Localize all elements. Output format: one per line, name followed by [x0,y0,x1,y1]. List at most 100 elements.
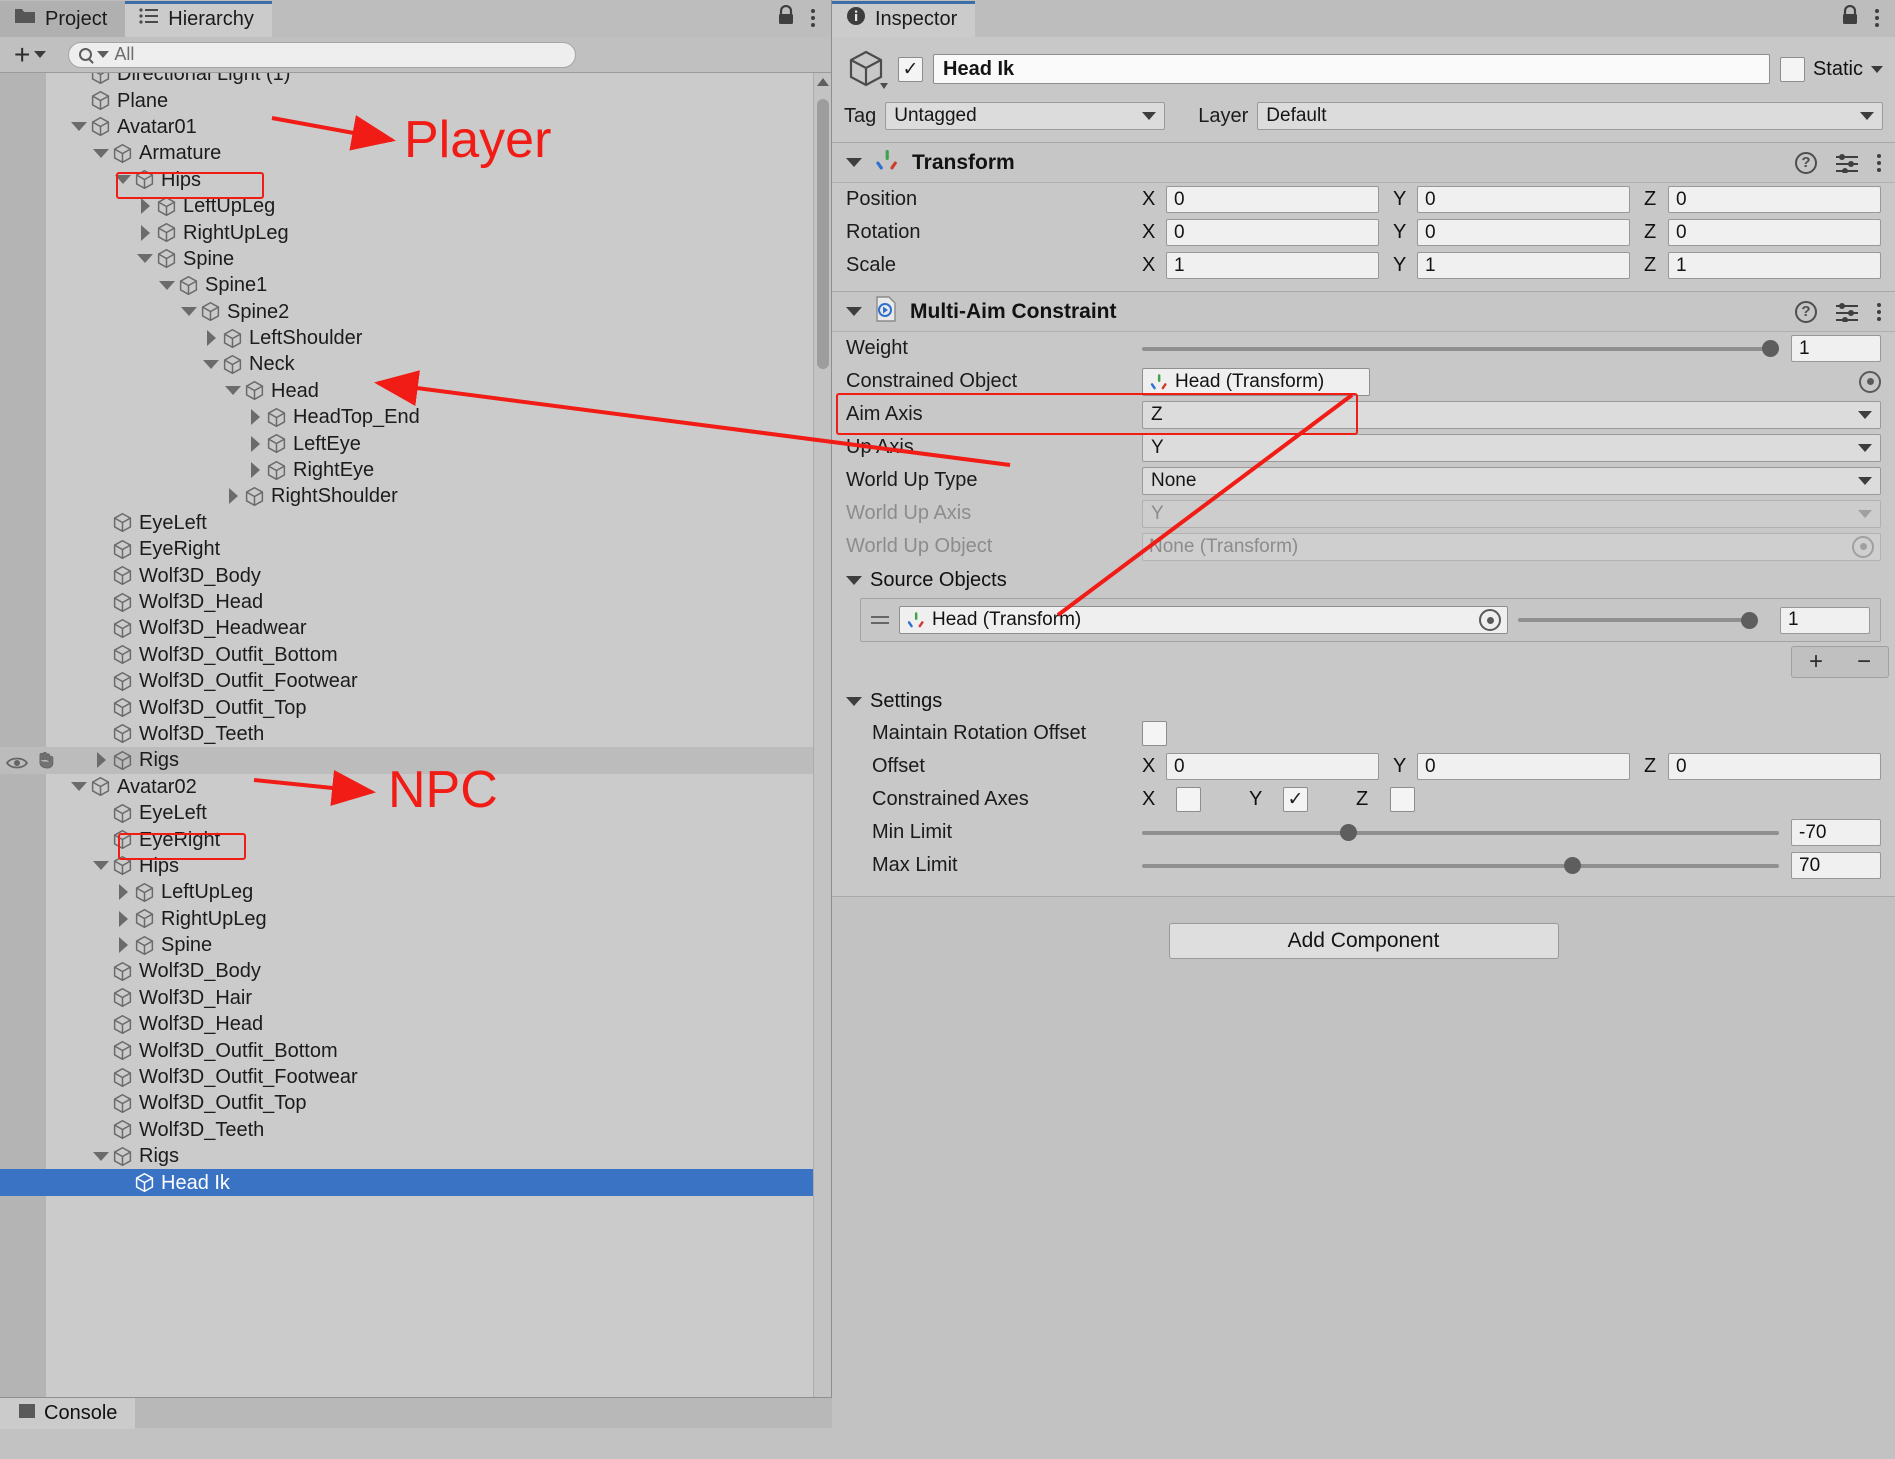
hierarchy-row[interactable]: Armature [0,140,813,166]
scroll-up-arrow[interactable] [814,73,831,91]
layer-dropdown[interactable]: Default [1257,102,1883,130]
world-up-type-dropdown[interactable]: None [1142,466,1881,495]
expand-triangle-down-icon[interactable] [68,122,90,132]
expand-triangle-right-icon[interactable] [90,752,112,769]
expand-triangle-right-icon[interactable] [244,435,266,452]
hierarchy-row[interactable]: EyeRight [0,826,813,852]
transform-position-y-field[interactable]: 0 [1417,186,1630,213]
hierarchy-row[interactable]: Head [0,378,813,404]
lock-icon[interactable] [777,4,795,31]
expand-triangle-right-icon[interactable] [244,409,266,426]
collapse-triangle-icon[interactable] [846,307,862,316]
tab-project[interactable]: Project [0,1,126,37]
expand-triangle-right-icon[interactable] [222,488,244,505]
expand-triangle-down-icon[interactable] [90,148,112,158]
add-component-button[interactable]: Add Component [1168,923,1559,959]
kebab-menu-icon[interactable] [1875,9,1879,27]
kebab-menu-icon[interactable] [1877,153,1881,172]
expand-triangle-right-icon[interactable] [134,224,156,241]
transform-rotation-y-field[interactable]: 0 [1417,219,1630,246]
transform-scale-x-field[interactable]: 1 [1166,252,1379,279]
hierarchy-row[interactable]: Avatar01 [0,114,813,140]
hierarchy-row[interactable]: LeftEye [0,430,813,456]
scrollbar-thumb[interactable] [817,99,829,369]
kebab-menu-icon[interactable] [811,9,815,27]
hierarchy-row[interactable]: Hips [0,853,813,879]
weight-value-field[interactable]: 1 [1791,335,1881,362]
expand-triangle-down-icon[interactable] [200,359,222,369]
expand-triangle-down-icon[interactable] [134,254,156,264]
collapse-triangle-icon[interactable] [846,697,862,706]
hierarchy-row[interactable]: Avatar02 [0,774,813,800]
hierarchy-row[interactable]: EyeLeft [0,510,813,536]
hierarchy-row[interactable]: Neck [0,351,813,377]
hierarchy-row[interactable]: EyeLeft [0,800,813,826]
hierarchy-row[interactable]: Wolf3D_Hair [0,985,813,1011]
constrained-axis-z-checkbox[interactable]: ✓ [1390,787,1415,812]
max-limit-slider[interactable] [1142,853,1779,879]
collapse-triangle-icon[interactable] [846,158,862,167]
hierarchy-row[interactable]: RightEye [0,457,813,483]
hierarchy-row[interactable]: Plane [0,87,813,113]
constrained-object-field[interactable]: Head (Transform) [1142,367,1370,396]
transform-position-z-field[interactable]: 0 [1668,186,1881,213]
hierarchy-row[interactable]: Rigs [0,1143,813,1169]
hierarchy-row[interactable]: Wolf3D_Body [0,562,813,588]
static-toggle[interactable]: ✓ Static [1779,56,1883,82]
static-dropdown-chevron-icon[interactable] [1871,65,1883,73]
settings-foldout[interactable]: Settings [832,684,1895,717]
add-source-object-button[interactable]: + [1792,647,1840,677]
weight-slider[interactable] [1142,336,1779,362]
expand-triangle-down-icon[interactable] [112,175,134,185]
hierarchy-row[interactable]: Rigs [0,747,813,774]
expand-triangle-right-icon[interactable] [112,910,134,927]
hierarchy-row[interactable]: Wolf3D_Teeth [0,721,813,747]
hierarchy-row[interactable]: Spine2 [0,299,813,325]
source-object-weight-field[interactable]: 1 [1780,606,1870,634]
offset-y-field[interactable]: 0 [1417,753,1630,780]
hierarchy-row[interactable]: Wolf3D_Outfit_Footwear [0,1064,813,1090]
transform-rotation-z-field[interactable]: 0 [1668,219,1881,246]
tab-hierarchy[interactable]: Hierarchy [125,1,272,37]
expand-triangle-down-icon[interactable] [90,861,112,871]
hierarchy-row[interactable]: Wolf3D_Outfit_Bottom [0,1037,813,1063]
hierarchy-row[interactable]: RightShoulder [0,483,813,509]
expand-triangle-right-icon[interactable] [112,937,134,954]
help-icon[interactable]: ? [1795,151,1817,174]
hierarchy-row[interactable]: Wolf3D_Teeth [0,1117,813,1143]
hierarchy-row[interactable]: Wolf3D_Outfit_Footwear [0,668,813,694]
source-object-weight-slider[interactable] [1518,607,1758,633]
help-icon[interactable]: ? [1795,300,1817,323]
hierarchy-row[interactable]: LeftShoulder [0,325,813,351]
constrained-axis-x-checkbox[interactable]: ✓ [1176,787,1201,812]
hierarchy-row[interactable]: Hips [0,167,813,193]
transform-scale-y-field[interactable]: 1 [1417,252,1630,279]
hierarchy-row[interactable]: Wolf3D_Body [0,958,813,984]
gameobject-enabled-checkbox[interactable]: ✓ [898,56,923,82]
hierarchy-row[interactable]: RightUpLeg [0,906,813,932]
hierarchy-row[interactable]: Wolf3D_Head [0,1011,813,1037]
hierarchy-row[interactable]: LeftUpLeg [0,193,813,219]
hierarchy-row[interactable]: HeadTop_End [0,404,813,430]
hierarchy-row[interactable]: LeftUpLeg [0,879,813,905]
hierarchy-scrollbar[interactable] [813,73,831,1428]
preset-icon[interactable] [1835,302,1859,323]
expand-triangle-right-icon[interactable] [200,330,222,347]
max-limit-value-field[interactable]: 70 [1791,852,1881,879]
expand-triangle-right-icon[interactable] [244,462,266,479]
pickability-hand-icon[interactable] [36,751,56,769]
hierarchy-row-selected[interactable]: Head Ik [0,1169,813,1196]
tab-console[interactable]: Console [0,1397,136,1429]
expand-triangle-down-icon[interactable] [90,1151,112,1161]
hierarchy-row[interactable]: Wolf3D_Headwear [0,615,813,641]
multi-aim-constraint-header[interactable]: Multi-Aim Constraint ? [832,292,1895,332]
hierarchy-row[interactable]: Spine [0,246,813,272]
preset-icon[interactable] [1835,153,1859,174]
object-picker-icon[interactable] [1859,370,1881,393]
search-input[interactable]: All [68,41,577,68]
hierarchy-row[interactable]: EyeRight [0,536,813,562]
add-gameobject-button[interactable]: + [8,40,52,69]
hierarchy-tree[interactable]: Directional Light (1) Plane Avatar01 Armatu… [0,73,813,1428]
tab-inspector[interactable]: Inspector [832,1,976,37]
expand-triangle-down-icon[interactable] [68,782,90,792]
